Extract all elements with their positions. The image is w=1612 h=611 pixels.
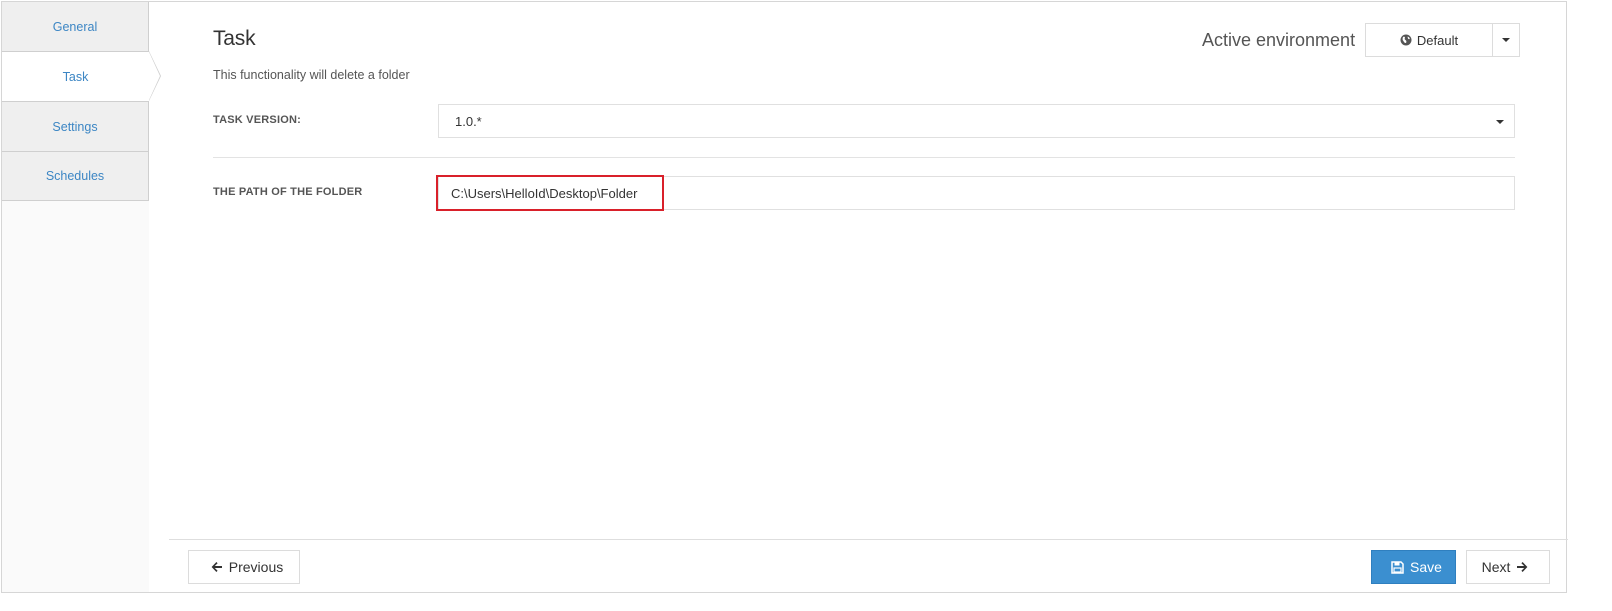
environment-value: Default (1416, 32, 1459, 48)
save-label: Save (1410, 559, 1442, 575)
sidebar-item-label: Schedules (45, 169, 105, 183)
sidebar-item-general[interactable]: General (2, 2, 149, 52)
sidebar-item-settings[interactable]: Settings (2, 102, 149, 152)
save-button[interactable]: Save (1371, 550, 1456, 584)
arrow-right-icon (1517, 562, 1528, 572)
globe-icon (1400, 34, 1412, 46)
sidebar: General Task Settings Schedules (2, 2, 161, 592)
footer-divider (169, 539, 1568, 540)
sidebar-item-task[interactable]: Task (2, 51, 161, 102)
save-icon (1391, 560, 1404, 574)
sidebar-item-label: Settings (52, 119, 98, 134)
page-title: Task (213, 27, 256, 50)
arrow-left-icon (211, 562, 222, 572)
next-button[interactable]: Next (1466, 550, 1550, 584)
next-label: Next (1481, 559, 1511, 575)
previous-label: Previous (228, 559, 284, 575)
sidebar-item-label: General (52, 19, 98, 34)
task-version-label: TASK VERSION: (213, 114, 301, 126)
app-frame: General Task Settings Schedules Task Thi… (1, 1, 1568, 593)
previous-button[interactable]: Previous (188, 550, 300, 584)
page-subtitle: This functionality will delete a folder (213, 68, 410, 82)
sidebar-item-label: Task (62, 69, 89, 84)
divider (213, 157, 1515, 158)
environment-button[interactable]: Default (1365, 23, 1492, 57)
caret-down-icon (1502, 38, 1510, 42)
environment-label: Active environment (1202, 30, 1356, 50)
task-version-select[interactable]: 1.0.* (438, 104, 1515, 138)
sidebar-item-schedules[interactable]: Schedules (2, 152, 149, 201)
environment-dropdown-toggle[interactable] (1492, 23, 1520, 57)
folder-path-input[interactable] (438, 176, 1515, 210)
task-version-value: 1.0.* (455, 113, 482, 129)
folder-path-label: THE PATH OF THE FOLDER (213, 186, 363, 198)
caret-down-icon (1496, 120, 1504, 124)
